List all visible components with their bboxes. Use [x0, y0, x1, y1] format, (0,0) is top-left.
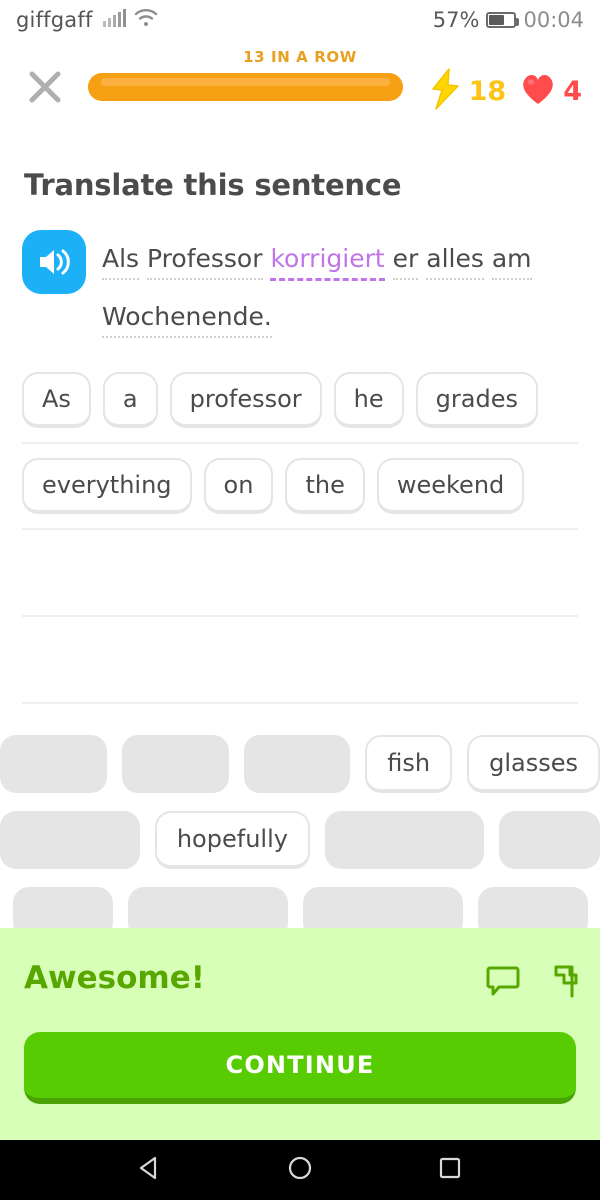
app-screen: giffgaff 57% 00:04 13 IN A ROW 18 4 Tran… — [0, 0, 600, 1200]
word-bank-tile-used — [243, 735, 351, 793]
word-bank-tile-used — [121, 735, 229, 793]
clock-label: 00:04 — [523, 8, 584, 32]
prompt-sentence-container: Als Professor korrigiert er alles am Woc… — [22, 230, 582, 346]
answer-row[interactable] — [22, 617, 578, 704]
word-bank-tile-used — [499, 811, 600, 869]
answer-tile[interactable]: grades — [415, 372, 538, 428]
sentence-word[interactable]: am — [491, 244, 532, 280]
circle-home-icon — [288, 1156, 312, 1180]
android-nav-bar — [0, 1140, 600, 1200]
progress-gloss — [101, 78, 390, 86]
answer-area[interactable]: As a professor he grades everything on the weeke… — [0, 358, 600, 704]
wifi-icon — [134, 8, 158, 32]
answer-row[interactable]: As a professor he grades — [22, 358, 578, 444]
lesson-progress-bar — [88, 73, 403, 101]
word-bank-tile-used — [0, 811, 140, 869]
xp-count: 18 — [468, 75, 507, 107]
sentence-word[interactable]: Wochenende. — [102, 302, 272, 338]
answer-tile[interactable]: professor — [169, 372, 322, 428]
battery-icon — [486, 12, 520, 28]
page-title: Translate this sentence — [24, 168, 402, 202]
counters: 18 4 — [427, 68, 582, 114]
answer-row[interactable] — [22, 530, 578, 617]
triangle-back-icon — [139, 1156, 157, 1180]
feedback-banner: Awesome! CONTINUE — [0, 928, 600, 1140]
speech-bubble-icon[interactable] — [486, 965, 520, 1001]
answer-tile[interactable]: the — [285, 458, 365, 514]
progress-fill — [88, 73, 403, 101]
lesson-header: 13 IN A ROW 18 4 — [0, 40, 600, 120]
close-icon — [29, 71, 61, 103]
word-bank-row: fish glasses — [0, 735, 600, 793]
answer-row[interactable]: everything on the weekend — [22, 444, 578, 530]
answer-tile[interactable]: he — [333, 372, 404, 428]
sentence-word[interactable]: Professor — [147, 244, 263, 280]
answer-tile[interactable]: everything — [22, 458, 192, 514]
prompt-sentence[interactable]: Als Professor korrigiert er alles am Woc… — [22, 230, 582, 346]
word-bank[interactable]: fish glasses hopefully — [0, 735, 600, 957]
answer-tile[interactable]: a — [102, 372, 158, 428]
word-bank-tile-used — [0, 735, 107, 793]
speaker-button[interactable] — [22, 230, 86, 294]
battery-percent-label: 57% — [432, 8, 480, 32]
square-recents-icon — [439, 1157, 461, 1179]
status-bar-right: 57% 00:04 — [433, 8, 584, 32]
word-bank-row: hopefully — [0, 811, 600, 869]
sentence-word[interactable]: Als — [102, 244, 140, 280]
sentence-word[interactable]: er — [392, 244, 419, 280]
lightning-bolt-icon — [427, 68, 465, 114]
cellular-signal-icon — [102, 8, 127, 32]
feedback-actions — [486, 964, 578, 1002]
flag-icon[interactable] — [546, 964, 578, 1002]
hearts-count: 4 — [563, 75, 582, 107]
feedback-title: Awesome! — [24, 960, 205, 996]
home-button[interactable] — [285, 1153, 315, 1187]
recents-button[interactable] — [435, 1153, 465, 1187]
close-button[interactable] — [24, 66, 66, 108]
streak-label: 13 IN A ROW — [243, 48, 357, 66]
answer-tile[interactable]: weekend — [376, 458, 525, 514]
speaker-icon — [40, 249, 70, 275]
back-button[interactable] — [135, 1153, 165, 1187]
carrier-label: giffgaff — [16, 8, 93, 32]
answer-tile[interactable]: As — [22, 372, 91, 428]
word-bank-tile-used — [324, 811, 485, 869]
continue-button[interactable]: CONTINUE — [24, 1032, 576, 1104]
word-bank-tile[interactable]: glasses — [467, 735, 600, 793]
heart-icon[interactable] — [520, 72, 556, 110]
sentence-word-highlighted[interactable]: korrigiert — [270, 244, 385, 281]
status-bar-icons — [102, 8, 158, 32]
sentence-word[interactable]: alles — [426, 244, 484, 280]
word-bank-tile[interactable]: hopefully — [154, 811, 310, 869]
answer-tile[interactable]: on — [203, 458, 274, 514]
status-bar: giffgaff 57% 00:04 — [0, 0, 600, 40]
word-bank-tile[interactable]: fish — [365, 735, 453, 793]
